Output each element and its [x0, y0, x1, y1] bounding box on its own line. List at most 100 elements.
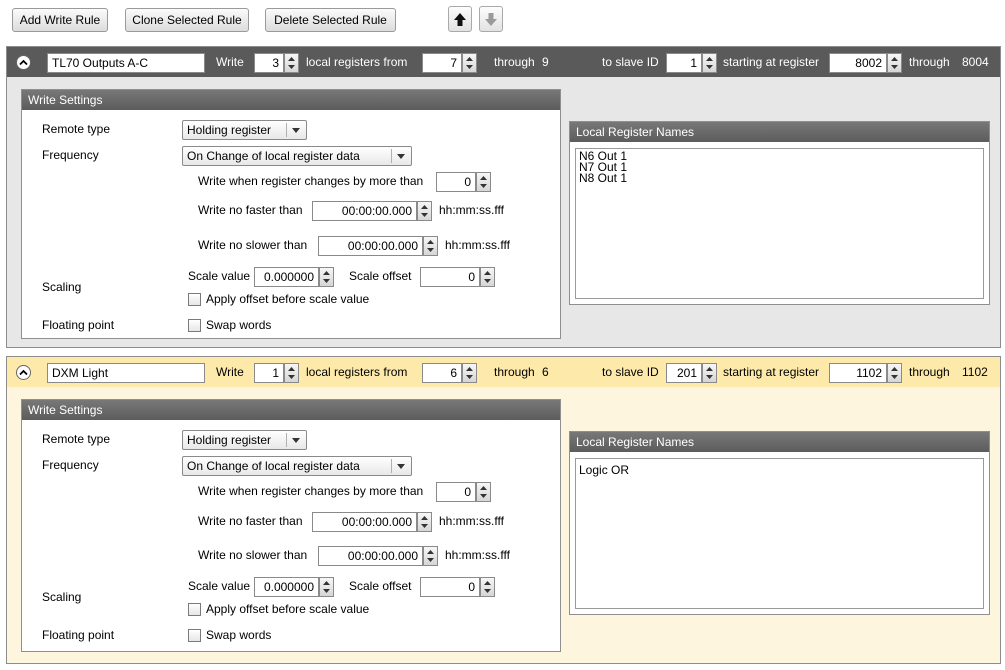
write-settings-group: Write Settings Remote type Holding regis… — [21, 399, 561, 652]
register-count-input[interactable]: 1 — [254, 363, 284, 383]
swap-words-label: Swap words — [206, 318, 272, 332]
spinner-arrows-icon — [466, 367, 473, 379]
register-count-spinner[interactable] — [284, 363, 299, 383]
spinner-arrows-icon — [288, 367, 295, 379]
local-register-names-group: Local Register Names N6 Out 1 N7 Out 1 N… — [569, 121, 990, 305]
rule-header: DXM Light Write 1 local registers from 6… — [7, 357, 1000, 387]
register-count-spinner[interactable] — [284, 53, 299, 73]
change-threshold-spinner[interactable] — [476, 172, 491, 192]
local-register-from-spinner[interactable] — [462, 53, 477, 73]
local-register-through-value: 9 — [542, 55, 549, 69]
spinner-arrows-icon — [466, 57, 473, 69]
scale-offset-input[interactable]: 0 — [420, 577, 480, 597]
local-register-from-input[interactable]: 6 — [422, 363, 462, 383]
scaling-label: Scaling — [42, 590, 82, 604]
frequency-label: Frequency — [42, 458, 99, 472]
spinner-arrows-icon — [288, 57, 295, 69]
local-register-names-header: Local Register Names — [570, 122, 989, 142]
swap-words-checkbox[interactable] — [188, 319, 201, 332]
apply-offset-checkbox[interactable] — [188, 603, 201, 616]
write-no-slower-label: Write no slower than — [198, 548, 308, 562]
slave-id-input[interactable]: 201 — [666, 363, 702, 383]
through-label: through — [494, 55, 535, 69]
start-register-spinner[interactable] — [887, 363, 902, 383]
arrow-up-icon — [454, 13, 466, 26]
move-down-button[interactable] — [479, 6, 503, 32]
local-register-names-textarea[interactable]: Logic OR — [575, 458, 984, 609]
write-when-changes-label: Write when register changes by more than — [198, 174, 424, 188]
register-count-input[interactable]: 3 — [254, 53, 284, 73]
local-register-from-input[interactable]: 7 — [422, 53, 462, 73]
spinner-arrows-icon — [427, 550, 434, 562]
no-faster-spinner[interactable] — [417, 512, 432, 532]
add-write-rule-button[interactable]: Add Write Rule — [12, 8, 108, 32]
rule-name-input[interactable]: TL70 Outputs A-C — [47, 53, 205, 73]
chevron-down-icon — [292, 438, 300, 443]
start-register-spinner[interactable] — [887, 53, 902, 73]
write-settings-group: Write Settings Remote type Holding regis… — [21, 89, 561, 339]
remote-type-dropdown[interactable]: Holding register — [182, 120, 307, 140]
local-register-from-spinner[interactable] — [462, 363, 477, 383]
register-name-item: N8 Out 1 — [579, 171, 628, 185]
no-slower-input[interactable]: 00:00:00.000 — [318, 546, 423, 566]
scale-offset-spinner[interactable] — [480, 267, 495, 287]
through-label: through — [494, 365, 535, 379]
local-registers-from-label: local registers from — [306, 365, 408, 379]
spinner-arrows-icon — [480, 486, 487, 498]
write-when-changes-label: Write when register changes by more than — [198, 484, 424, 498]
slave-id-spinner[interactable] — [702, 53, 717, 73]
scale-offset-spinner[interactable] — [480, 577, 495, 597]
no-slower-input[interactable]: 00:00:00.000 — [318, 236, 423, 256]
remote-type-value: Holding register — [187, 123, 272, 137]
no-slower-spinner[interactable] — [423, 236, 438, 256]
spinner-arrows-icon — [421, 516, 428, 528]
frequency-dropdown[interactable]: On Change of local register data — [182, 146, 412, 166]
frequency-dropdown[interactable]: On Change of local register data — [182, 456, 412, 476]
time-units-label: hh:mm:ss.fff — [439, 203, 504, 217]
scale-value-spinner[interactable] — [319, 577, 334, 597]
change-threshold-spinner[interactable] — [476, 482, 491, 502]
no-slower-spinner[interactable] — [423, 546, 438, 566]
start-register-input[interactable]: 8002 — [829, 53, 887, 73]
remote-type-dropdown[interactable]: Holding register — [182, 430, 307, 450]
starting-at-register-label: starting at register — [723, 55, 820, 69]
write-rule-panel[interactable]: TL70 Outputs A-C Write 3 local registers… — [6, 46, 1001, 348]
slave-id-input[interactable]: 1 — [666, 53, 702, 73]
time-units-label: hh:mm:ss.fff — [439, 514, 504, 528]
write-no-faster-label: Write no faster than — [198, 203, 303, 217]
remote-type-label: Remote type — [42, 122, 111, 136]
change-threshold-input[interactable]: 0 — [436, 482, 476, 502]
change-threshold-input[interactable]: 0 — [436, 172, 476, 192]
collapse-button[interactable] — [16, 365, 31, 380]
apply-offset-checkbox[interactable] — [188, 293, 201, 306]
scale-value-spinner[interactable] — [319, 267, 334, 287]
starting-at-register-label: starting at register — [723, 365, 820, 379]
write-rule-panel[interactable]: DXM Light Write 1 local registers from 6… — [6, 356, 1001, 664]
scale-value-input[interactable]: 0.000000 — [254, 577, 319, 597]
start-register-input[interactable]: 1102 — [829, 363, 887, 383]
scale-offset-input[interactable]: 0 — [420, 267, 480, 287]
chevron-down-icon — [397, 154, 405, 159]
no-faster-spinner[interactable] — [417, 201, 432, 221]
remote-type-label: Remote type — [42, 432, 111, 446]
write-settings-header: Write Settings — [22, 90, 560, 110]
no-faster-input[interactable]: 00:00:00.000 — [312, 201, 417, 221]
move-up-button[interactable] — [448, 6, 472, 32]
to-slave-id-label: to slave ID — [602, 55, 659, 69]
slave-id-spinner[interactable] — [702, 363, 717, 383]
scale-value-input[interactable]: 0.000000 — [254, 267, 319, 287]
clone-selected-rule-button[interactable]: Clone Selected Rule — [125, 8, 249, 32]
collapse-button[interactable] — [16, 55, 31, 70]
rule-name-input[interactable]: DXM Light — [47, 363, 205, 383]
local-register-names-textarea[interactable]: N6 Out 1 N7 Out 1 N8 Out 1 — [575, 148, 984, 299]
no-faster-input[interactable]: 00:00:00.000 — [312, 512, 417, 532]
spinner-arrows-icon — [484, 271, 491, 283]
spinner-arrows-icon — [480, 176, 487, 188]
spinner-arrows-icon — [891, 367, 898, 379]
swap-words-checkbox[interactable] — [188, 629, 201, 642]
spinner-arrows-icon — [484, 581, 491, 593]
write-no-faster-label: Write no faster than — [198, 514, 303, 528]
delete-selected-rule-button[interactable]: Delete Selected Rule — [265, 8, 396, 32]
spinner-arrows-icon — [706, 57, 713, 69]
spinner-arrows-icon — [891, 57, 898, 69]
